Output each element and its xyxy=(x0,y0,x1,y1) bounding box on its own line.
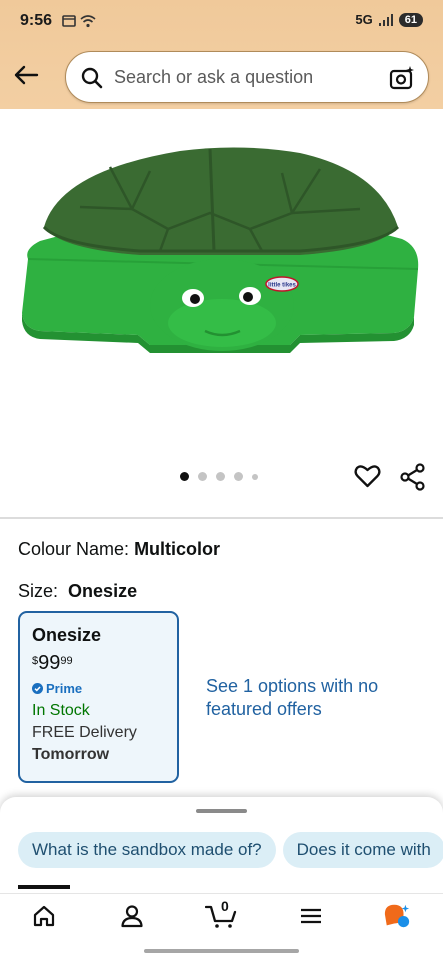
colour-name-row: Colour Name: Multicolor xyxy=(18,539,220,560)
share-button[interactable] xyxy=(399,463,427,496)
home-icon xyxy=(33,905,55,927)
status-time: 9:56 xyxy=(20,12,53,29)
carousel-dot-4[interactable] xyxy=(234,472,243,481)
rufus-icon xyxy=(384,904,410,928)
app-header: 9:56 5G 61 Search or ask a question xyxy=(0,0,443,109)
heart-icon xyxy=(354,465,381,488)
calendar-icon xyxy=(62,15,76,27)
back-arrow-icon xyxy=(14,65,39,85)
search-icon xyxy=(81,67,103,89)
wifi-icon xyxy=(80,15,96,28)
cart-count: 0 xyxy=(221,898,229,914)
price-fraction: 99 xyxy=(60,655,73,667)
variant-title: Onesize xyxy=(32,625,102,645)
menu-icon xyxy=(301,908,321,924)
bottom-nav: 0 xyxy=(0,893,443,933)
camera-search-icon[interactable] xyxy=(388,64,416,92)
nav-cart[interactable]: 0 xyxy=(205,898,239,930)
delivery-text: FREE Delivery xyxy=(32,724,137,741)
battery-badge: 61 xyxy=(398,12,423,27)
carousel-dot-5[interactable] xyxy=(252,473,258,480)
brand-logo: little tikes xyxy=(268,283,296,289)
bottom-sheet: What is the sandbox made of? Does it com… xyxy=(0,797,443,960)
search-bar[interactable]: Search or ask a question xyxy=(65,51,429,103)
carousel-dots[interactable] xyxy=(180,472,258,481)
variant-price: $ 99 99 xyxy=(32,652,165,675)
size-label: Size: xyxy=(18,581,59,601)
colour-label: Colour Name: xyxy=(18,539,130,559)
prime-check-icon xyxy=(32,683,43,694)
active-tab-indicator xyxy=(18,885,70,889)
prime-badge: Prime xyxy=(32,681,165,696)
nav-rufus[interactable] xyxy=(383,902,411,930)
turtle-sandbox-image: little tikes xyxy=(22,147,419,353)
size-row: Size: Onesize xyxy=(18,581,137,602)
stock-status: In Stock xyxy=(32,702,90,719)
gesture-bar xyxy=(144,949,299,953)
product-image[interactable]: little tikes xyxy=(0,109,443,449)
carousel-dot-2[interactable] xyxy=(198,472,207,481)
signal-icon xyxy=(378,13,393,26)
carousel-dot-3[interactable] xyxy=(216,472,225,481)
sheet-drag-handle[interactable] xyxy=(196,809,247,813)
wishlist-button[interactable] xyxy=(354,463,381,494)
nav-account[interactable] xyxy=(118,902,146,930)
price-whole: 99 xyxy=(38,652,61,674)
nav-home[interactable] xyxy=(30,902,58,930)
status-notification-icons xyxy=(62,14,96,28)
see-options-link[interactable]: See 1 options with no featured offers xyxy=(206,675,406,721)
status-right: 5G 61 xyxy=(355,12,423,27)
suggestion-chip[interactable]: What is the sandbox made of? xyxy=(18,832,276,868)
size-variant-card[interactable]: Onesize $ 99 99 Prime In Stock FREE Deli… xyxy=(18,611,179,783)
suggestion-chips: What is the sandbox made of? Does it com… xyxy=(18,832,443,868)
search-input[interactable]: Search or ask a question xyxy=(114,67,313,88)
share-icon xyxy=(400,463,425,491)
colour-value: Multicolor xyxy=(134,539,221,559)
network-label: 5G xyxy=(355,12,373,27)
section-divider xyxy=(0,517,443,519)
suggestion-chip[interactable]: Does it come with xyxy=(282,832,443,868)
delivery-day: Tomorrow xyxy=(32,746,110,763)
nav-menu[interactable] xyxy=(297,902,325,930)
person-icon xyxy=(121,905,143,928)
carousel-dot-1[interactable] xyxy=(180,472,189,481)
back-button[interactable] xyxy=(12,62,40,88)
prime-label: Prime xyxy=(46,681,83,696)
size-value: Onesize xyxy=(68,581,138,601)
status-bar: 9:56 5G 61 xyxy=(0,0,443,44)
